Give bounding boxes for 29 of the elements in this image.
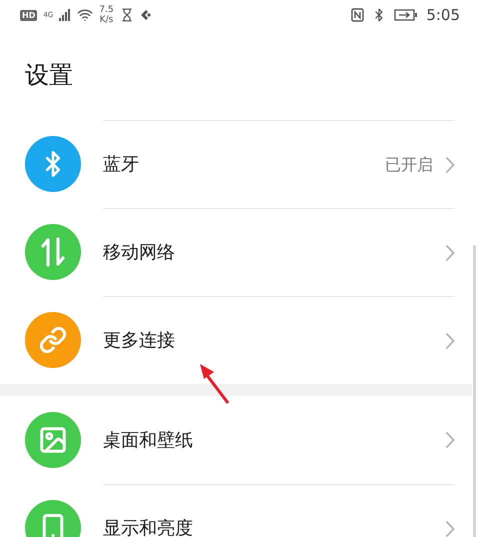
link-icon xyxy=(39,326,67,354)
battery-charging-icon xyxy=(394,9,418,21)
signal-icon xyxy=(59,9,72,21)
clock-time: 5:05 xyxy=(426,4,460,26)
chevron-right-icon xyxy=(445,332,455,350)
nfc-icon xyxy=(351,8,364,22)
settings-row[interactable]: 显示和亮度 xyxy=(0,484,480,537)
image-icon xyxy=(38,425,68,455)
page-title: 设置 xyxy=(25,63,73,87)
diamond-icon xyxy=(140,9,152,21)
wifi-icon xyxy=(77,7,94,23)
row-label: 蓝牙 xyxy=(103,153,140,177)
settings-row[interactable]: 蓝牙 已开启 xyxy=(0,120,480,208)
row-label: 显示和亮度 xyxy=(103,517,194,537)
hd-badge: HD xyxy=(20,10,38,20)
chevron-right-icon xyxy=(445,244,455,262)
settings-row[interactable]: 移动网络 xyxy=(0,208,480,296)
row-label: 移动网络 xyxy=(103,241,176,265)
chevron-right-icon xyxy=(445,156,455,174)
chevron-right-icon xyxy=(445,520,455,537)
speed-unit: K/s xyxy=(100,15,114,25)
row-value: 已开启 xyxy=(385,154,433,176)
hourglass-icon xyxy=(120,8,134,22)
chevron-right-icon xyxy=(445,431,455,449)
settings-row[interactable]: 桌面和壁纸 xyxy=(0,396,480,484)
row-label: 桌面和壁纸 xyxy=(103,428,194,452)
up-down-arrows-icon xyxy=(40,237,66,267)
speed-value: 7.5 xyxy=(99,5,114,15)
row-label: 更多连接 xyxy=(103,329,176,353)
